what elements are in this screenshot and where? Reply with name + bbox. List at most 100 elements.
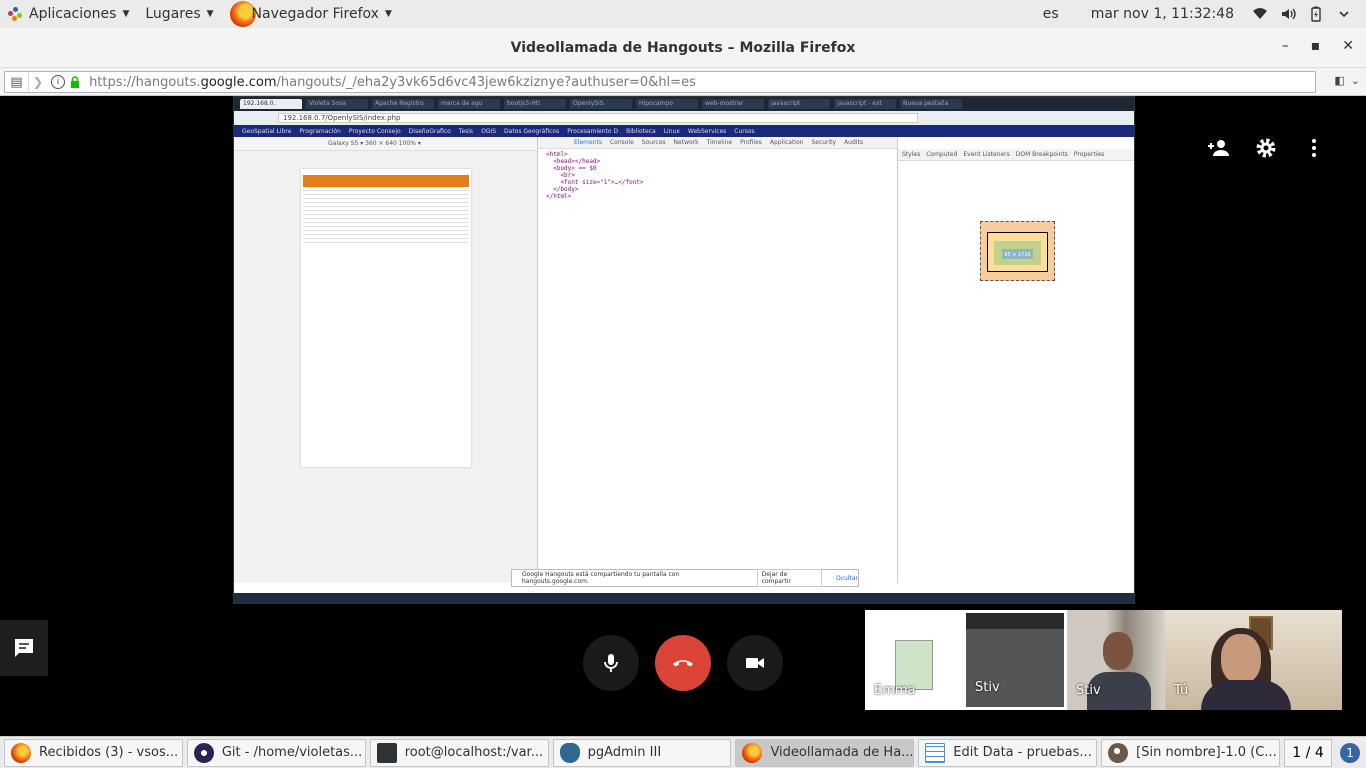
minimize-icon[interactable]: –	[1282, 38, 1289, 54]
lock-icon[interactable]	[69, 76, 81, 88]
video-camera-icon	[746, 658, 764, 668]
share-banner-text: Google Hangouts está compartiendo tu pan…	[522, 571, 680, 585]
styles-tab: DOM Breakpoints	[1015, 151, 1068, 158]
applications-menu[interactable]: Aplicaciones ▼	[0, 0, 137, 28]
shared-taskbar	[234, 593, 1134, 603]
window-list-item[interactable]: pgAdmin III	[552, 738, 732, 767]
devtools-tabs: Elements Console Sources Network Timeline Pro…	[538, 137, 897, 149]
box-model-diagram: 95 × 1726	[980, 221, 1055, 281]
places-label: Lugares	[145, 6, 201, 22]
window-list-item[interactable]: [Sin nombre]-1.0 (C...	[1101, 738, 1281, 767]
applications-icon	[8, 7, 22, 21]
places-menu[interactable]: Lugares ▼	[137, 0, 221, 28]
firefox-icon	[742, 742, 763, 763]
shared-screen: 192.168.0. Violeta Sosa Apache Registro mar…	[233, 96, 1135, 604]
shared-browser-navbar: 192.168.0.7/OpenlySIS/index.php	[234, 111, 1134, 125]
devtools-elements-panel: Elements Console Sources Network Timeline Pro…	[538, 137, 898, 583]
shared-browser-tabs: 192.168.0. Violeta Sosa Apache Registro mar…	[234, 97, 1134, 111]
shared-tab: Apache Registro	[372, 99, 434, 109]
shared-tab: web-mostrar	[702, 99, 764, 109]
dom-tree: <html> <head></head> <body> == $0 <br> <…	[546, 151, 644, 200]
shared-bookmark: DiseñoGrafico	[408, 127, 451, 135]
workspace-indicator[interactable]: 1 / 4	[1284, 738, 1333, 767]
window-list-label: [Sin nombre]-1.0 (C...	[1136, 745, 1277, 760]
participant-tile[interactable]: Stiv	[1067, 610, 1165, 710]
maximize-icon[interactable]: ▪	[1311, 38, 1321, 54]
window-titlebar[interactable]: Videollamada de Hangouts – Mozilla Firef…	[0, 28, 1366, 68]
shared-tab: 192.168.0.	[240, 99, 302, 109]
participant-name: Stiv	[1076, 683, 1101, 698]
info-icon[interactable]: i	[51, 75, 66, 89]
shared-tab: Nueva pestaña	[900, 99, 962, 109]
microphone-icon	[604, 654, 618, 672]
window-title: Videollamada de Hangouts – Mozilla Firef…	[510, 39, 856, 56]
stop-sharing-button[interactable]: Dejar de compartir	[756, 569, 822, 587]
screen-share-indicator-icon[interactable]: ◧	[1334, 74, 1344, 87]
page-table-row	[303, 188, 469, 191]
window-list-item[interactable]: Videollamada de Ha...	[735, 738, 915, 767]
hide-banner-button[interactable]: Ocultar	[836, 575, 858, 582]
shared-bookmark: Biblioteca	[626, 127, 656, 135]
add-person-icon	[1208, 140, 1229, 156]
shared-tab: marca de agu	[438, 99, 500, 109]
styles-tabs: Styles Computed Event Listeners DOM Breakpo…	[898, 149, 1134, 161]
window-list-label: pgAdmin III	[587, 745, 662, 760]
page-table-row	[303, 240, 469, 243]
participant-name: Emma	[874, 683, 916, 698]
applications-label: Aplicaciones	[29, 6, 117, 22]
styles-tab: Event Listeners	[963, 151, 1010, 158]
window-list-item[interactable]: Git - /home/violetas...	[186, 738, 366, 767]
close-icon[interactable]: ✕	[1342, 38, 1354, 54]
active-app-label: Navegador Firefox	[251, 6, 379, 22]
shared-tab: javascript - ext	[834, 99, 896, 109]
self-view-tile[interactable]: Tú	[1165, 610, 1342, 710]
window-list-label: Edit Data - pruebas...	[953, 745, 1092, 760]
toggle-camera-button[interactable]	[727, 635, 783, 691]
share-banner: Google Hangouts está compartiendo tu pan…	[511, 569, 859, 587]
window-list-label: Git - /home/violetas...	[221, 745, 363, 760]
shared-bookmark: GeoSpatial Libre	[242, 127, 292, 135]
overflow-chevron-icon[interactable]: ⌄	[1351, 74, 1360, 87]
devtools-tab: Application	[769, 139, 804, 146]
chat-button[interactable]	[0, 620, 48, 676]
active-app-menu[interactable]: Navegador Firefox ▼	[222, 0, 400, 28]
more-options-button[interactable]	[1298, 132, 1330, 164]
devtools-tab: Elements	[574, 139, 602, 146]
screen-preview	[966, 613, 1064, 629]
styles-tab: Styles	[902, 151, 921, 158]
window-list-item[interactable]: Edit Data - pruebas...	[918, 738, 1098, 767]
url-bar[interactable]: ▤ ❯ i https://hangouts.google.com/hangou…	[4, 71, 1316, 93]
window-list-item[interactable]: root@localhost:/var...	[369, 738, 549, 767]
page-header-bar	[303, 175, 469, 187]
notifications-badge[interactable]: 1	[1340, 742, 1361, 763]
self-video-body	[1201, 680, 1291, 710]
participant-tile-selected[interactable]: Stiv	[963, 610, 1067, 710]
devtools-tab: Sources	[641, 139, 666, 146]
hang-up-button[interactable]	[655, 635, 711, 691]
system-tray[interactable]	[1252, 6, 1366, 22]
shared-bookmark: Procesamiento D	[567, 127, 619, 135]
device-toolbar: Galaxy S5 ▾ 360 × 640 100% ▾	[234, 137, 537, 151]
chevron-down-icon: ▼	[206, 9, 214, 19]
page-table-row	[303, 236, 469, 239]
shared-bookmark: Proyecto Consejo	[348, 127, 401, 135]
self-video-face	[1221, 634, 1261, 684]
phone-hangup-icon	[673, 660, 693, 667]
participant-name: Tú	[1174, 683, 1189, 698]
firefox-icon	[11, 742, 31, 763]
sidebar-toggle-icon[interactable]: ▤	[5, 72, 29, 92]
window-list-label: Videollamada de Ha...	[770, 745, 914, 760]
shared-bookmark: OGIS	[481, 127, 497, 135]
styles-tab: Computed	[926, 151, 958, 158]
window-list-item[interactable]: Recibidos (3) - vsos...	[4, 738, 183, 767]
shared-bookmark: WebServices	[687, 127, 727, 135]
chevron-down-icon: ▼	[384, 9, 392, 19]
keyboard-layout-indicator[interactable]: es	[1027, 6, 1075, 22]
mute-microphone-button[interactable]	[583, 635, 639, 691]
add-person-button[interactable]	[1202, 132, 1234, 164]
chevron-down-icon: ▼	[122, 9, 130, 19]
participant-tile[interactable]: Emma	[865, 610, 963, 710]
clock[interactable]: mar nov 1, 11:32:48	[1091, 6, 1252, 22]
settings-button[interactable]	[1250, 132, 1282, 164]
participant-name: Stiv	[975, 680, 1000, 695]
